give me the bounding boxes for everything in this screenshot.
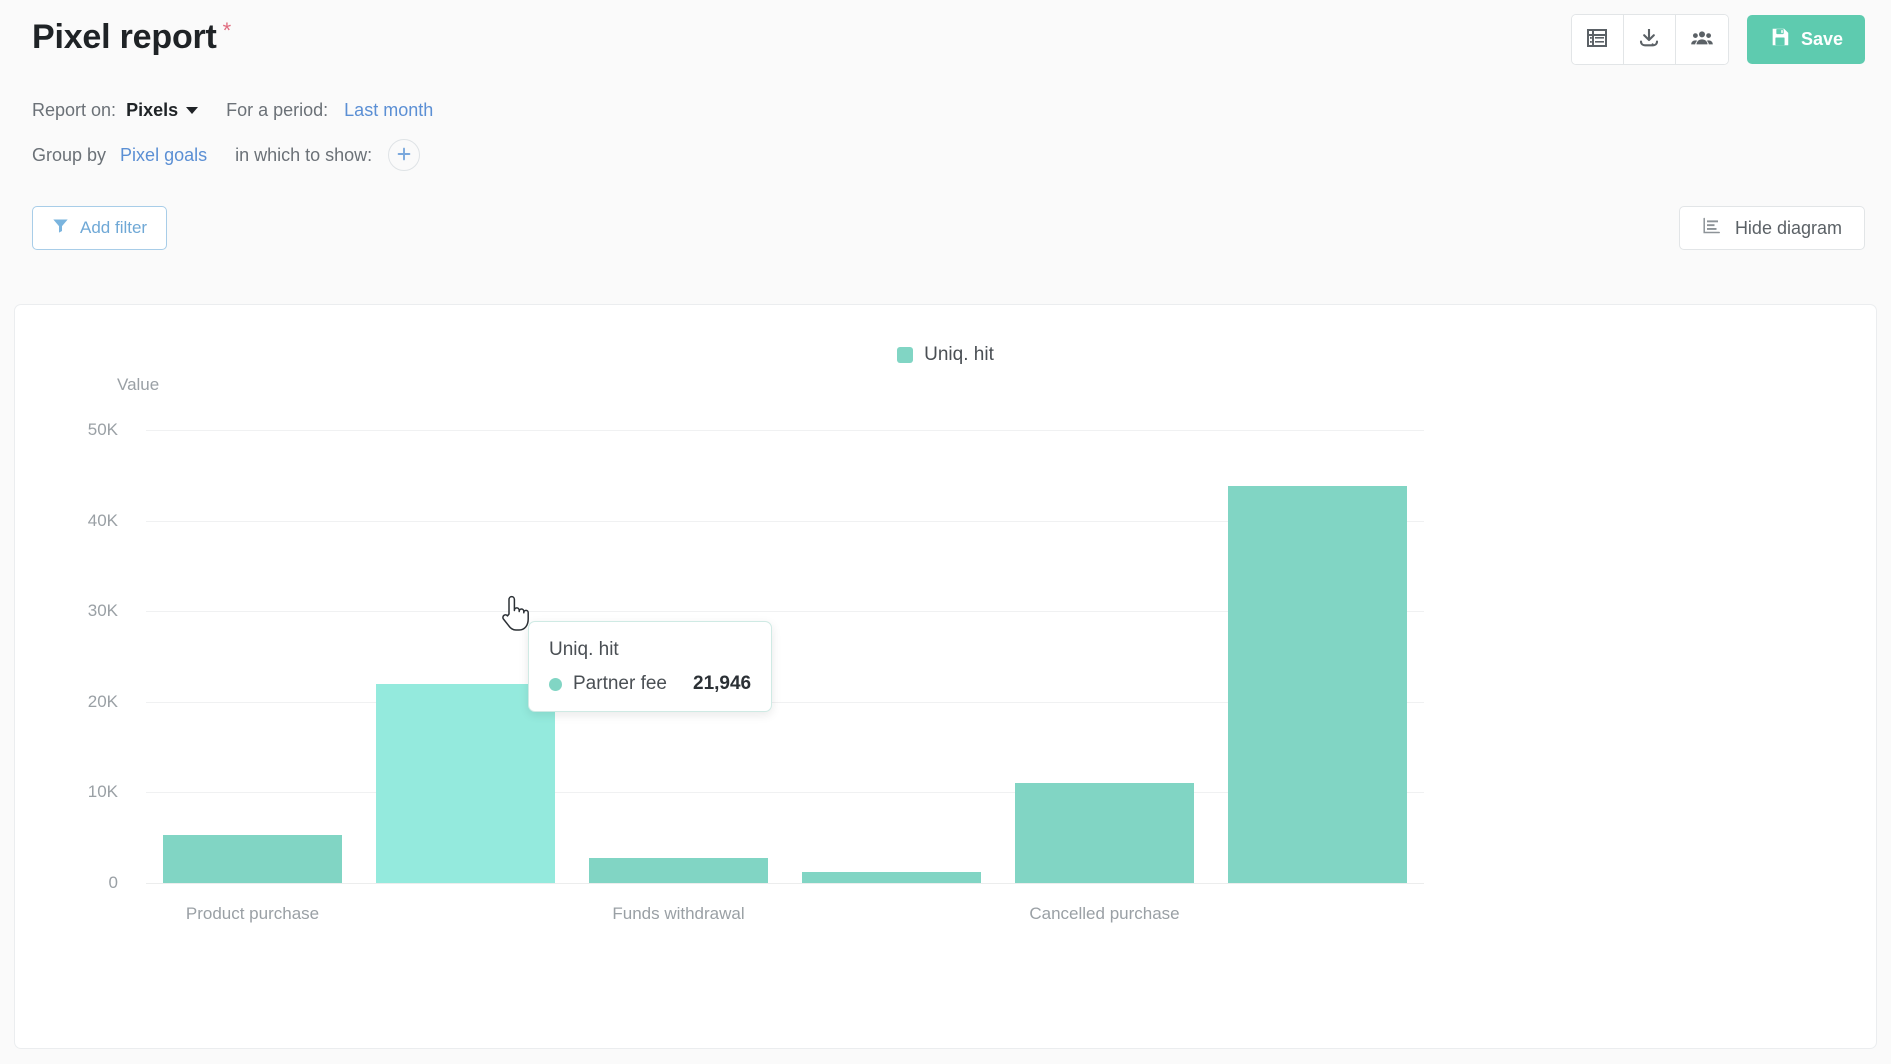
plus-icon [396,146,412,165]
period-value-link[interactable]: Last month [344,100,433,121]
report-scope-row: Report on: Pixels For a period: Last mon… [32,100,433,121]
bar[interactable] [162,835,343,883]
header-toolbar: Save [1570,14,1865,65]
chart-card: Uniq. hit Value 0 10K 20K 30K 40K 50K Product … [14,304,1877,1049]
x-axis-tick-label: Funds withdrawal [612,904,745,923]
bar-chart-icon [1702,216,1722,241]
tooltip-series-dot [549,677,562,691]
tooltip-row: Partner fee 21,946 [549,673,751,695]
funnel-icon [52,217,69,239]
gridline [146,430,1424,431]
bar[interactable] [375,684,556,883]
add-filter-button[interactable]: Add filter [32,206,168,250]
period-label: For a period: [226,100,329,120]
y-axis-tick-label: 40K [87,510,118,530]
table-view-button[interactable] [1571,15,1624,64]
x-axis-tick-label: Product purchase [185,904,320,923]
table-list-icon [1585,26,1609,53]
hide-diagram-button[interactable]: Hide diagram [1678,206,1865,250]
plot-area: 0 10K 20K 30K 40K 50K Product purchase Funds wi… [88,420,1424,923]
report-on-select[interactable]: Pixels [126,100,178,121]
page-header: Pixel report * Save Report on: Pixels Fo… [0,0,1891,290]
y-axis-tick-label: 50K [87,420,118,439]
add-filter-label: Add filter [80,218,148,237]
save-button-label: Save [1800,29,1843,49]
y-axis-tick-label: 10K [87,782,118,802]
floppy-disk-icon [1769,26,1791,53]
tooltip-value: 21,946 [693,673,752,694]
share-users-button[interactable] [1675,15,1728,64]
page-title: Pixel report [32,18,217,56]
chart-tooltip: Uniq. hit Partner fee 21,946 [528,621,773,712]
group-by-row: Group by Pixel goals in which to show: [32,139,421,171]
required-marker: * [222,18,232,43]
view-icon-group [1570,14,1729,65]
bar[interactable] [801,872,982,883]
chart-legend: Uniq. hit [15,344,1876,366]
group-by-value-link[interactable]: Pixel goals [120,145,207,166]
save-button[interactable]: Save [1746,15,1865,64]
legend-swatch [897,347,914,363]
y-axis-tick-label: 30K [87,601,118,621]
bar[interactable] [1014,782,1195,883]
report-on-label: Report on: [32,100,117,120]
y-axis-tick-label: 20K [87,691,118,711]
add-dimension-button[interactable] [388,139,421,171]
users-icon [1690,26,1714,53]
group-by-label: Group by [32,144,107,165]
x-axis-tick-label: Cancelled purchase [1029,904,1180,923]
page-title-row: Pixel report * [32,18,231,57]
download-icon [1637,26,1661,53]
legend-label: Uniq. hit [924,344,994,365]
y-axis-title: Value [117,375,160,394]
in-which-to-show-label: in which to show: [235,144,373,165]
tooltip-series-name: Partner fee [573,673,667,694]
hide-diagram-label: Hide diagram [1734,217,1842,238]
download-button[interactable] [1623,15,1676,64]
bar[interactable] [1227,486,1408,883]
gridline [146,883,1424,884]
y-axis-tick-label: 0 [108,873,118,892]
tooltip-title: Uniq. hit [549,639,619,660]
chevron-down-icon[interactable] [186,107,199,114]
bar[interactable] [588,858,769,883]
